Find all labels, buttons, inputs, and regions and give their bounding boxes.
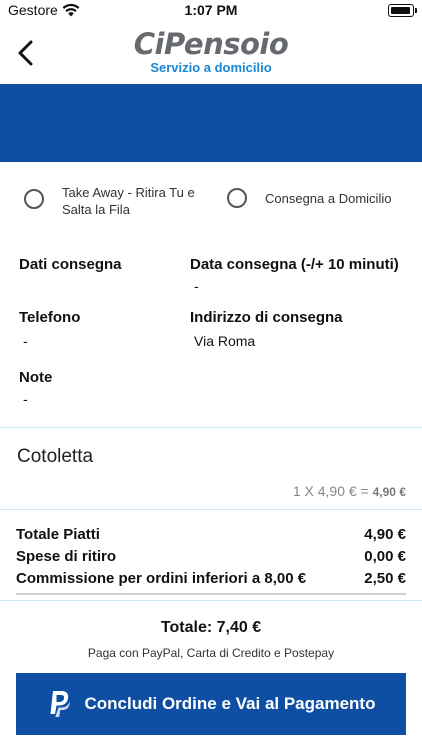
- paypal-icon: [50, 691, 70, 717]
- grand-total: Totale: 7,40 €: [160, 619, 262, 636]
- item-qty-price: 1 X 4,90 € =: [292, 483, 369, 499]
- option-take-away-label: Take Away - Ritira Tu e Salta la Fila: [62, 185, 195, 217]
- section-divider: [0, 427, 422, 428]
- field-dati-consegna-title: Dati consegna: [19, 256, 122, 273]
- field-data-consegna-title: Data consegna (-/+ 10 minuti): [190, 256, 399, 273]
- payment-methods-note: Paga con PayPal, Carta di Credito e Post…: [87, 646, 335, 660]
- option-delivery-label: Consegna a Domicilio: [265, 191, 392, 206]
- total-value: 2,50 €: [364, 570, 406, 587]
- total-label: Commissione per ordini inferiori a 8,00 …: [16, 570, 307, 587]
- field-telefono-value: -: [23, 333, 28, 349]
- bottom-safe-area: [0, 735, 422, 750]
- field-indirizzo: Indirizzo di consegna Via Roma: [190, 308, 343, 350]
- total-row: Totale Piatti 4,90 €: [16, 524, 406, 545]
- item-name: Cotoletta: [17, 446, 94, 467]
- nav-header: CiPensoio Servizio a domicilio: [0, 22, 422, 84]
- checkout-button[interactable]: Concludi Ordine e Vai al Pagamento: [16, 673, 406, 735]
- option-delivery[interactable]: Consegna a Domicilio: [227, 188, 391, 208]
- total-value: 0,00 €: [364, 548, 406, 565]
- field-dati-consegna: Dati consegna: [19, 255, 122, 283]
- section-divider: [0, 600, 422, 601]
- field-telefono: Telefono -: [19, 308, 80, 350]
- option-take-away[interactable]: Take Away - Ritira Tu e Salta la Fila: [24, 184, 212, 218]
- field-note-title: Note: [19, 369, 53, 386]
- radio-take-away[interactable]: [24, 189, 44, 209]
- total-value: 4,90 €: [364, 526, 406, 543]
- order-type-options: Take Away - Ritira Tu e Salta la Fila Co…: [0, 180, 422, 220]
- total-label: Spese di ritiro: [16, 548, 117, 565]
- item-line-total: 4,90 €: [372, 485, 406, 499]
- field-data-consegna: Data consegna (-/+ 10 minuti) -: [190, 255, 399, 295]
- radio-delivery[interactable]: [227, 188, 247, 208]
- field-data-consegna-value: -: [194, 278, 199, 294]
- logo-wordmark: CiPensoio: [133, 27, 289, 61]
- total-row: Commissione per ordini inferiori a 8,00 …: [16, 568, 406, 589]
- item-line: 1 X 4,90 € = 4,90 €: [293, 483, 406, 499]
- status-bar: Gestore 1:07 PM: [0, 0, 422, 22]
- field-indirizzo-title: Indirizzo di consegna: [190, 309, 343, 326]
- battery-icon: [388, 4, 417, 17]
- field-note: Note -: [19, 368, 52, 408]
- total-label: Totale Piatti: [16, 526, 100, 543]
- field-telefono-title: Telefono: [19, 309, 81, 326]
- section-divider: [0, 509, 422, 510]
- total-row: Spese di ritiro 0,00 €: [16, 546, 406, 567]
- header-band: [0, 84, 422, 162]
- totals-underline: [16, 593, 406, 595]
- clock: 1:07 PM: [184, 2, 238, 18]
- checkout-button-label: Concludi Ordine e Vai al Pagamento: [84, 694, 376, 713]
- field-note-value: -: [23, 391, 28, 407]
- totals-summary: Totale Piatti 4,90 € Spese di ritiro 0,0…: [16, 524, 406, 590]
- app-logo: CiPensoio Servizio a domicilio: [0, 28, 422, 75]
- logo-tagline: Servizio a domicilio: [150, 60, 272, 75]
- field-indirizzo-value: Via Roma: [194, 333, 256, 349]
